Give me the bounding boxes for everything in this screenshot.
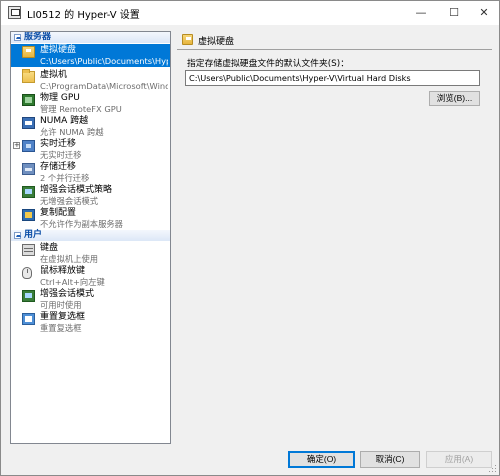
tree-item-name: 键盘 (40, 243, 59, 253)
ok-button[interactable]: 确定(O) (288, 451, 355, 468)
settings-panel: 虚拟硬盘 指定存储虚拟硬盘文件的默认文件夹(S)： 浏览(B)... (177, 31, 492, 444)
tree-item-storage-migration[interactable]: 存储迁移 2 个并行迁移 (11, 161, 170, 184)
minimize-button[interactable]: — (406, 1, 436, 25)
panel-header: 虚拟硬盘 (177, 31, 492, 47)
enhanced-session-icon (22, 290, 35, 302)
tree-item-detail: 允许 NUMA 跨越 (40, 127, 104, 137)
default-folder-label: 指定存储虚拟硬盘文件的默认文件夹(S)： (187, 59, 349, 69)
section-label-server: 服务器 (24, 32, 52, 42)
maximize-button[interactable]: ☐ (439, 1, 469, 25)
resize-grip-icon[interactable] (489, 465, 497, 473)
tree-item-name: 虚拟硬盘 (40, 45, 77, 55)
tree-item-virtual-disk[interactable]: 虚拟硬盘 C:\Users\Public\Documents\Hyper-... (11, 44, 170, 67)
settings-window: LI0512 的 Hyper-V 设置 — ☐ ✕ 服务器 虚拟硬盘 C:\Us… (0, 0, 500, 476)
tree-item-reset-checkboxes[interactable]: 重置复选框 重置复选框 (11, 311, 170, 334)
tree-item-detail: 不允许作为副本服务器 (40, 219, 123, 229)
tree-item-name: NUMA 跨越 (40, 116, 89, 126)
session-policy-icon (22, 186, 35, 198)
settings-tree[interactable]: 服务器 虚拟硬盘 C:\Users\Public\Documents\Hyper… (10, 31, 171, 444)
tree-item-replication[interactable]: 复制配置 不允许作为副本服务器 (11, 207, 170, 230)
tree-item-name: 实时迁移 (40, 139, 77, 149)
tree-item-name: 复制配置 (40, 208, 77, 218)
tree-item-name: 增强会话模式 (40, 289, 95, 299)
tree-item-name: 增强会话模式策略 (40, 185, 113, 195)
expand-icon[interactable]: + (13, 142, 20, 149)
tree-item-name: 存储迁移 (40, 162, 77, 172)
panel-title: 虚拟硬盘 (198, 37, 235, 47)
virtual-disk-icon (182, 34, 193, 45)
tree-item-detail: C:\Users\Public\Documents\Hyper-... (40, 56, 168, 66)
divider (177, 49, 492, 50)
close-button[interactable]: ✕ (469, 1, 499, 25)
default-folder-input[interactable] (185, 70, 480, 86)
numa-icon (22, 117, 35, 129)
storage-migration-icon (22, 163, 35, 175)
section-header-server[interactable]: 服务器 (11, 32, 170, 43)
tree-item-session-policy[interactable]: 增强会话模式策略 无增强会话模式 (11, 184, 170, 207)
title-bar[interactable]: LI0512 的 Hyper-V 设置 — ☐ ✕ (1, 1, 499, 25)
tree-item-detail: Ctrl+Alt+向左键 (40, 277, 105, 287)
gpu-icon (22, 94, 35, 106)
window-title: LI0512 的 Hyper-V 设置 (27, 10, 140, 21)
folder-icon (22, 69, 35, 83)
virtual-disk-icon (22, 46, 35, 58)
tree-item-keyboard[interactable]: 键盘 在虚拟机上使用 (11, 242, 170, 265)
section-label-user: 用户 (24, 230, 43, 240)
keyboard-icon (22, 244, 35, 256)
tree-item-detail: 可用时使用 (40, 300, 82, 310)
cancel-button[interactable]: 取消(C) (360, 451, 420, 468)
mouse-icon (22, 267, 32, 279)
section-header-user[interactable]: 用户 (11, 230, 170, 241)
tree-item-name: 物理 GPU (40, 93, 80, 103)
tree-item-enhanced-session[interactable]: 增强会话模式 可用时使用 (11, 288, 170, 311)
hyperv-app-icon (8, 6, 21, 19)
browse-button[interactable]: 浏览(B)... (429, 91, 480, 106)
tree-item-detail: 无增强会话模式 (40, 196, 99, 206)
tree-item-name: 鼠标释放键 (40, 266, 86, 276)
tree-item-mouse-release[interactable]: 鼠标释放键 Ctrl+Alt+向左键 (11, 265, 170, 288)
tree-item-detail: 管理 RemoteFX GPU (40, 104, 122, 114)
tree-item-virtual-machine[interactable]: 虚拟机 C:\ProgramData\Microsoft\Windo... (11, 69, 170, 92)
tree-item-name: 重置复选框 (40, 312, 86, 322)
tree-item-physical-gpu[interactable]: 物理 GPU 管理 RemoteFX GPU (11, 92, 170, 115)
tree-item-detail: 在虚拟机上使用 (40, 254, 99, 264)
tree-item-numa[interactable]: NUMA 跨越 允许 NUMA 跨越 (11, 115, 170, 138)
live-migration-icon (22, 140, 35, 152)
tree-item-detail: 无实时迁移 (40, 150, 82, 160)
apply-button[interactable]: 应用(A) (426, 451, 492, 468)
tree-item-detail: 2 个并行迁移 (40, 173, 90, 183)
replication-icon (22, 209, 35, 221)
reset-checkbox-icon (22, 313, 35, 325)
tree-item-live-migration[interactable]: + 实时迁移 无实时迁移 (11, 138, 170, 161)
tree-item-detail: C:\ProgramData\Microsoft\Windo... (40, 81, 168, 91)
tree-item-name: 虚拟机 (40, 70, 68, 80)
collapse-icon[interactable] (14, 34, 21, 41)
tree-item-detail: 重置复选框 (40, 323, 82, 333)
collapse-icon[interactable] (14, 232, 21, 239)
